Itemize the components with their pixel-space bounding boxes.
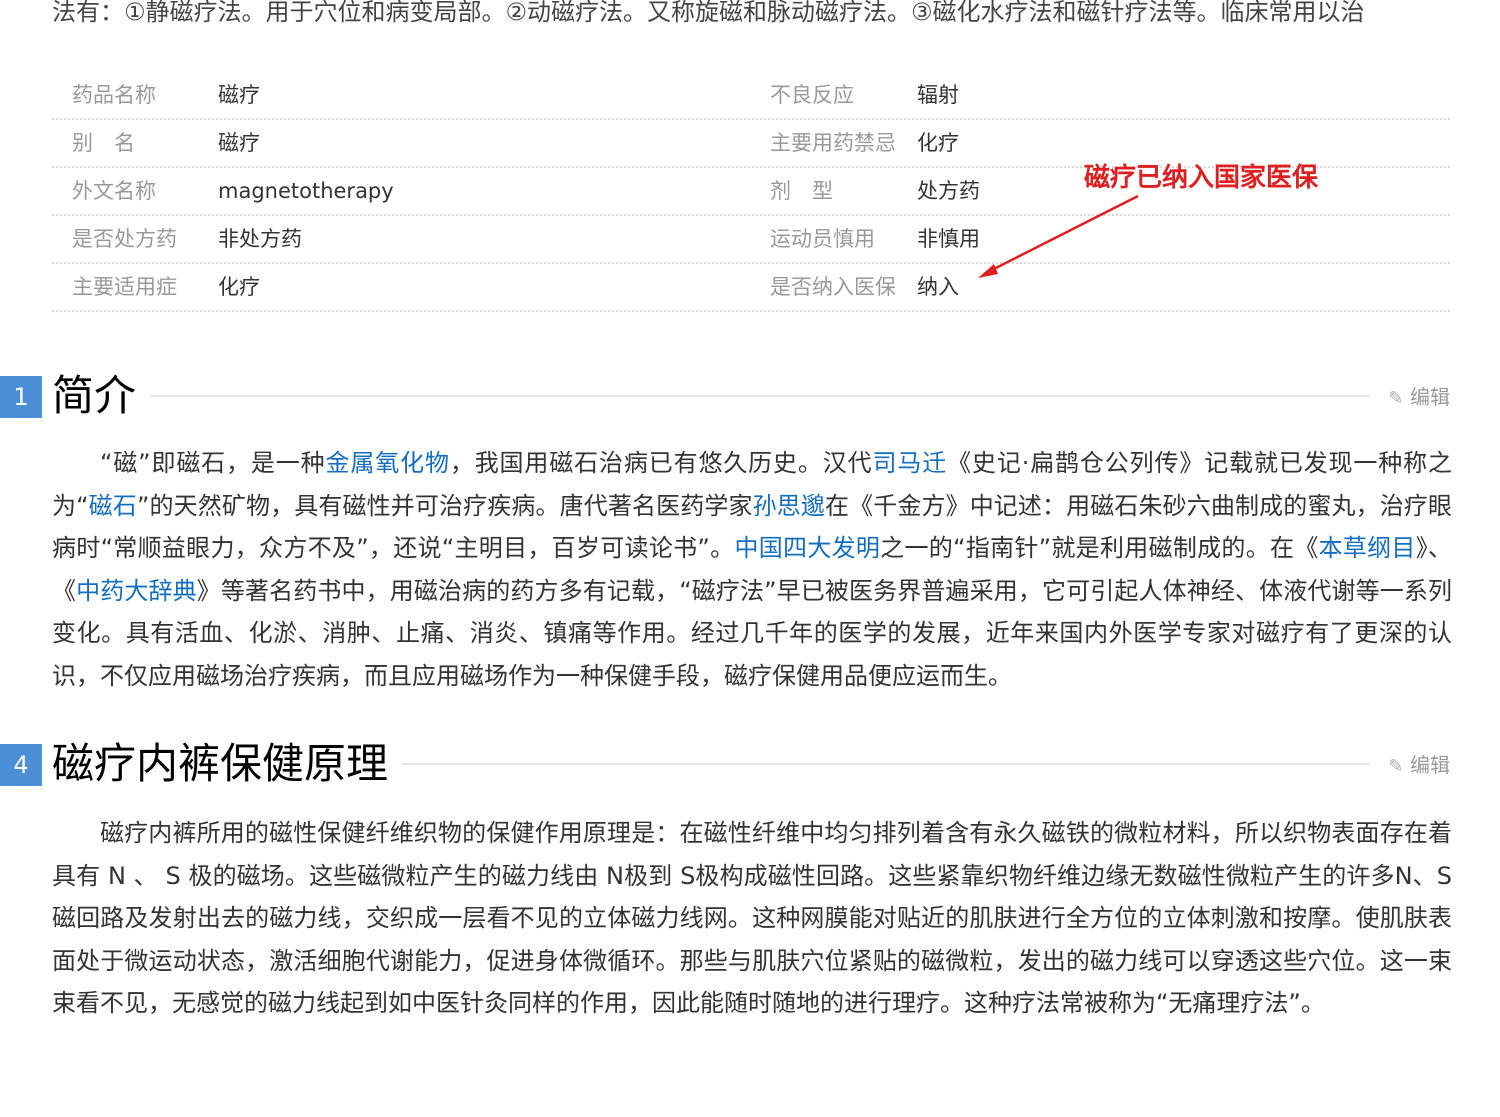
- section-paragraph: “磁”即磁石，是一种金属氧化物，我国用磁石治病已有悠久历史。汉代司马迁《史记·扁…: [52, 442, 1452, 697]
- inline-link[interactable]: 磁石: [89, 492, 137, 520]
- paragraph-text: ”的天然矿物，具有磁性并可治疗疾病。唐代著名医药学家: [136, 491, 753, 520]
- paragraph-text: 之一的“指南针”就是利用磁制成的。在《: [880, 534, 1319, 562]
- inline-link[interactable]: 本草纲目: [1319, 534, 1416, 562]
- edit-button[interactable]: ✎ 编辑: [1382, 750, 1450, 782]
- section-divider: [150, 395, 1370, 397]
- info-value: 辐射: [917, 83, 959, 107]
- info-label: 外文名称: [72, 179, 156, 203]
- paragraph-text: 》等著名药书中，用磁治病的药方多有记载，“磁疗法”早已被医务界普遍采用，它可引起…: [52, 576, 1453, 690]
- info-value: 化疗: [917, 131, 959, 155]
- paragraph-text: ，我国用磁石治病已有悠久历史。汉代: [449, 449, 873, 477]
- info-row: 是否处方药 非处方药 运动员慎用 非慎用: [52, 216, 1450, 264]
- truncated-intro-text: 法有：①静磁疗法。用于穴位和病变局部。②动磁疗法。又称旋磁和脉动磁疗法。③磁化水…: [52, 0, 1365, 26]
- edit-label: 编辑: [1410, 753, 1450, 777]
- info-label: 运动员慎用: [770, 227, 875, 251]
- section-paragraph: 磁疗内裤所用的磁性保健纤维织物的保健作用原理是：在磁性纤维中均匀排列着含有永久磁…: [52, 812, 1452, 1025]
- section-divider: [400, 763, 1370, 765]
- inline-link[interactable]: 司马迁: [873, 449, 948, 477]
- info-label: 不良反应: [770, 83, 854, 107]
- annotation-arrow-icon: [978, 194, 1139, 278]
- info-label: 主要适用症: [72, 275, 177, 299]
- info-label: 是否纳入医保: [770, 275, 896, 299]
- info-value: 纳入: [917, 275, 959, 299]
- inline-link[interactable]: 孙思邈: [753, 492, 825, 520]
- info-label: 是否处方药: [72, 227, 177, 251]
- inline-link[interactable]: 中国四大发明: [734, 534, 880, 562]
- inline-link[interactable]: 中药大辞典: [76, 577, 197, 605]
- edit-label: 编辑: [1410, 385, 1450, 409]
- section-number: 4: [0, 744, 42, 786]
- info-label: 剂 型: [770, 179, 833, 203]
- info-row: 药品名称 磁疗 不良反应 辐射: [52, 72, 1450, 120]
- pencil-icon: ✎: [1388, 756, 1404, 777]
- info-value: 磁疗: [218, 131, 260, 155]
- info-label: 别 名: [72, 131, 135, 155]
- edit-button[interactable]: ✎ 编辑: [1382, 382, 1450, 414]
- section-title: 磁疗内裤保健原理: [52, 734, 403, 794]
- section-header: 1 简介 ✎ 编辑: [0, 366, 1460, 426]
- info-value: 化疗: [218, 275, 260, 299]
- paragraph-text: 磁疗内裤所用的磁性保健纤维织物的保健作用原理是：在磁性纤维中均匀排列着含有永久磁…: [52, 819, 1452, 1017]
- inline-link[interactable]: 金属氧化物: [326, 449, 450, 477]
- info-label: 主要用药禁忌: [770, 131, 896, 155]
- section-header: 4 磁疗内裤保健原理 ✎ 编辑: [0, 734, 1460, 794]
- section-title: 简介: [52, 366, 151, 426]
- paragraph-text: “磁”即磁石，是一种: [100, 449, 326, 477]
- section-number: 1: [0, 376, 42, 418]
- pencil-icon: ✎: [1388, 388, 1404, 409]
- info-value: magnetotherapy: [218, 179, 394, 203]
- info-row: 主要适用症 化疗 是否纳入医保 纳入: [52, 264, 1450, 312]
- info-value: 磁疗: [218, 83, 260, 107]
- info-label: 药品名称: [72, 83, 156, 107]
- info-value: 非处方药: [218, 227, 302, 251]
